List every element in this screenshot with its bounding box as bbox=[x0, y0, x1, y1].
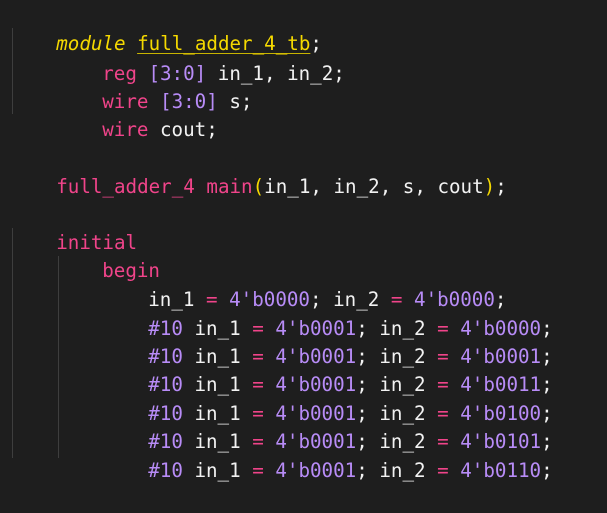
assign-op: = bbox=[252, 459, 264, 482]
semicolon: ; bbox=[495, 175, 507, 198]
code-editor[interactable]: module full_adder_4_tb; reg [3:0] in_1, … bbox=[0, 0, 607, 482]
code-line-reg[interactable]: reg [3:0] in_1, in_2; bbox=[56, 32, 345, 85]
paren-close: ) bbox=[483, 175, 496, 198]
code-line-wire-cout[interactable]: wire cout; bbox=[56, 88, 218, 141]
lhs-in2: in_2 bbox=[379, 459, 426, 482]
semicolon: ; bbox=[356, 459, 368, 482]
code-line-stimulus[interactable]: #10 in_1 = 4'b0001; in_2 = 4'b0011; bbox=[102, 343, 552, 396]
keyword-wire: wire bbox=[102, 118, 149, 141]
value-in1: 4'b0001 bbox=[275, 459, 357, 482]
code-line-stimulus[interactable]: #10 in_1 = 4'b0001; in_2 = 4'b0000; bbox=[102, 287, 552, 340]
assign-op: = bbox=[437, 459, 449, 482]
code-line-begin[interactable]: begin bbox=[56, 229, 160, 282]
semicolon: ; bbox=[541, 459, 553, 482]
value-in2: 4'b0110 bbox=[460, 459, 542, 482]
lhs-in1: in_1 bbox=[194, 459, 241, 482]
code-line-initial[interactable]: initial bbox=[10, 201, 137, 254]
instance-args: in_1, in_2, s, cout bbox=[264, 175, 484, 198]
code-line-stimulus[interactable]: #10 in_1 = 4'b0001; in_2 = 4'b0110; bbox=[102, 429, 552, 482]
code-line-stimulus[interactable]: #10 in_1 = 4'b0001; in_2 = 4'b0100; bbox=[102, 372, 552, 425]
wire-identifiers: cout; bbox=[148, 118, 218, 141]
code-line-stimulus[interactable]: #10 in_1 = 4'b0001; in_2 = 4'b0001; bbox=[102, 315, 552, 368]
code-line-instance[interactable]: full_adder_4 main(in_1, in_2, s, cout); bbox=[10, 145, 507, 198]
code-line-wire-s[interactable]: wire [3:0] s; bbox=[56, 60, 252, 113]
code-line-stimulus[interactable]: #10 in_1 = 4'b0001; in_2 = 4'b0101; bbox=[102, 400, 552, 453]
delay: #10 bbox=[148, 459, 183, 482]
code-line-stimulus[interactable]: in_1 = 4'b0000; in_2 = 4'b0000; bbox=[102, 258, 506, 311]
code-line-module[interactable]: module full_adder_4_tb; bbox=[10, 2, 322, 55]
instance-name: main bbox=[194, 175, 253, 198]
instance-module: full_adder_4 bbox=[56, 175, 195, 198]
paren-open: ( bbox=[252, 175, 265, 198]
wire-identifiers: s; bbox=[217, 90, 253, 113]
